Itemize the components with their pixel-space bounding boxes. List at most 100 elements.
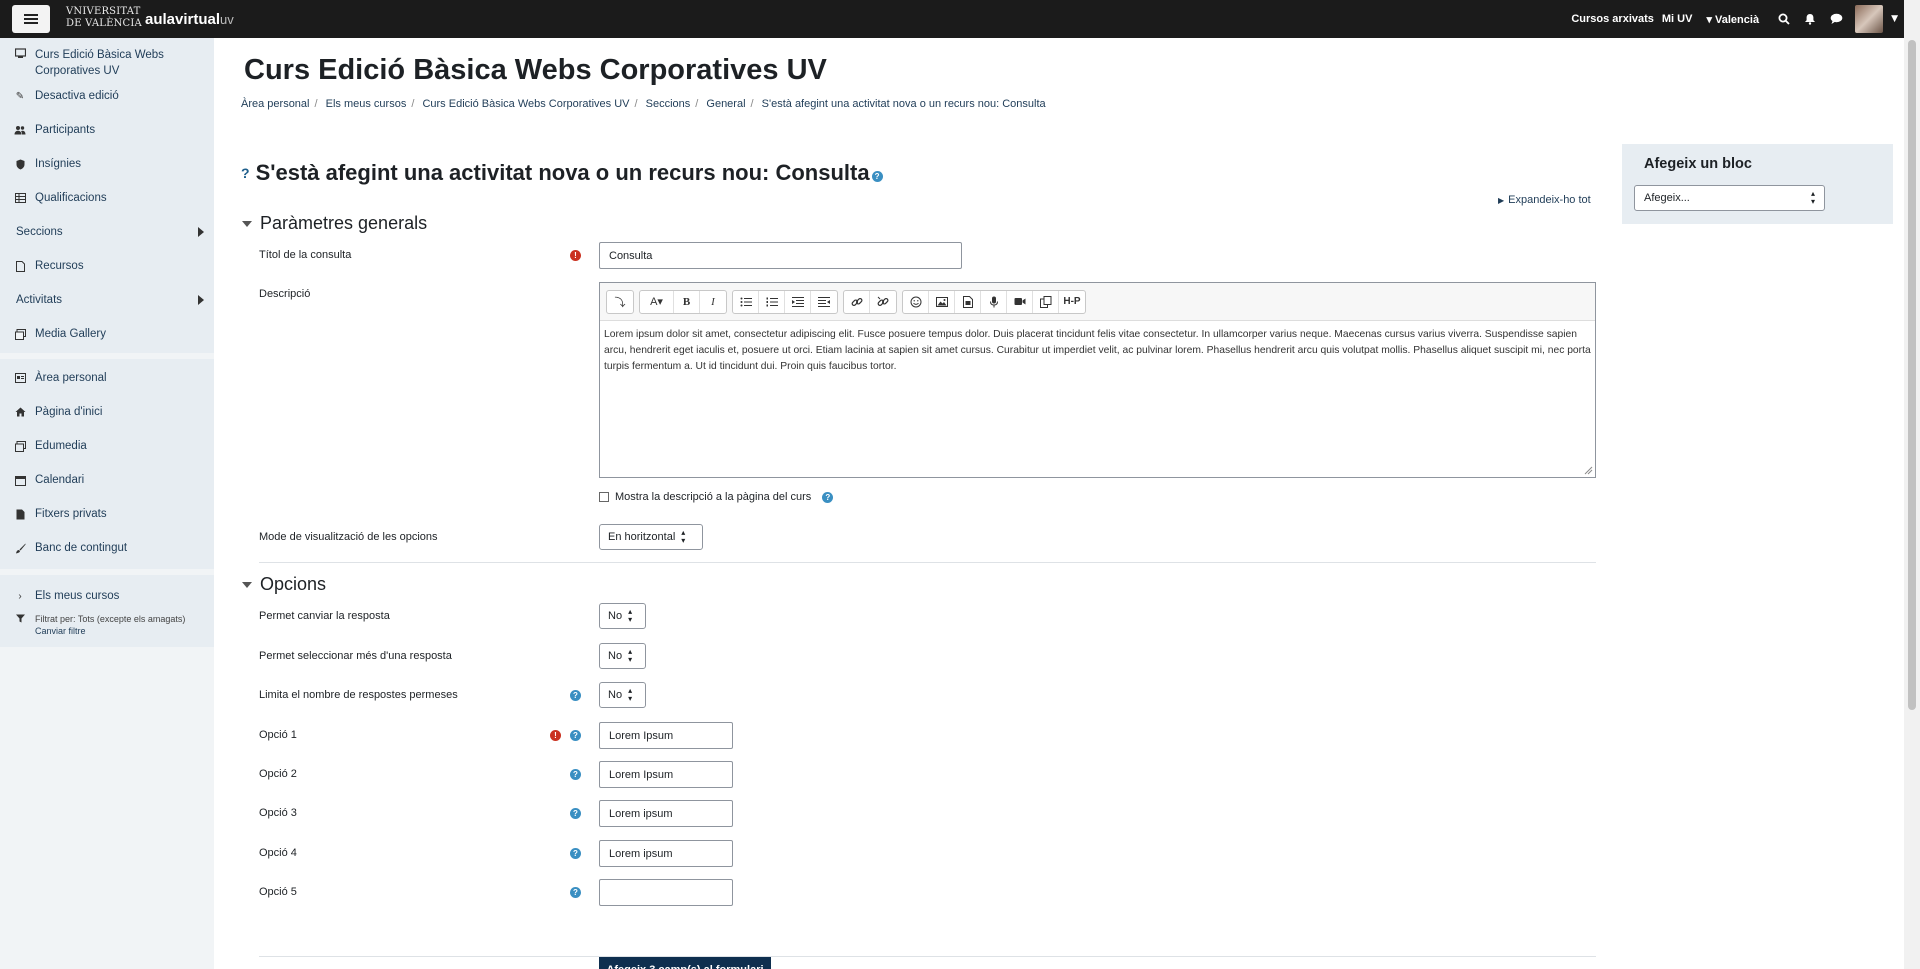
course-filter: Filtrat per: Tots (excepte els amagats) … <box>0 611 214 637</box>
section-general-title: Paràmetres generals <box>260 213 428 233</box>
allow-update-select[interactable]: No ▴ ▾ <box>599 603 646 629</box>
option-label: Opció 2 <box>259 768 297 780</box>
sidebar-item-resources[interactable]: Recursos <box>0 251 214 285</box>
toolbar-toggle-button[interactable]: ⤵ <box>607 291 633 313</box>
title-input[interactable]: Consulta <box>599 242 962 269</box>
add-block-title: Afegeix un bloc <box>1644 156 1752 172</box>
breadcrumb-item[interactable]: General <box>706 98 745 110</box>
microphone-icon[interactable] <box>981 290 1007 313</box>
manage-files-icon[interactable] <box>1033 290 1059 313</box>
messages-icon[interactable] <box>1829 12 1843 26</box>
menu-toggle-button[interactable] <box>12 5 50 33</box>
scrollbar-thumb[interactable] <box>1908 40 1916 710</box>
allow-update-label: Permet canviar la resposta <box>259 610 390 622</box>
university-logo[interactable]: VNIVERSITAT DE VALÈNCIA <box>66 6 142 30</box>
search-icon[interactable] <box>1777 12 1791 26</box>
section-options-toggle[interactable]: Opcions <box>242 574 326 595</box>
outdent-icon[interactable] <box>785 290 811 313</box>
allow-multiple-select[interactable]: No ▴ ▾ <box>599 643 646 669</box>
option-input[interactable]: Lorem Ipsum <box>599 722 733 749</box>
sidebar-item-activities[interactable]: Activitats <box>0 285 214 319</box>
sidebar-item-course[interactable]: Curs Edició Bàsica Webs Corporatives UV <box>0 47 214 81</box>
h5p-label: H-P <box>1063 296 1081 307</box>
add-block-select[interactable]: Afegeix... ▴ ▾ <box>1634 185 1825 211</box>
users-icon <box>14 125 26 137</box>
unordered-list-icon[interactable] <box>733 290 759 313</box>
breadcrumb-item[interactable]: Àrea personal <box>241 98 310 110</box>
option-label: Opció 1 <box>259 729 297 741</box>
option-input[interactable]: Lorem ipsum <box>599 840 733 867</box>
bottom-divider <box>259 956 1596 957</box>
language-menu[interactable]: ▾ Valencià <box>1706 13 1759 26</box>
sidebar-item-dashboard[interactable]: Àrea personal <box>0 363 214 397</box>
help-icon[interactable]: ? <box>822 491 834 503</box>
h5p-icon[interactable]: H-P <box>1059 291 1085 313</box>
user-menu-caret-icon[interactable]: ▼ <box>1891 14 1898 24</box>
sidebar-item-private-files[interactable]: Fitxers privats <box>0 499 214 533</box>
breadcrumb-item[interactable]: Seccions <box>646 98 691 110</box>
video-camera-icon[interactable] <box>1007 290 1033 313</box>
sidebar-item-label: Qualificacions <box>35 192 107 204</box>
description-editor: ⤵ A▾ B I H-P Lorem ipsum dolor sit amet,… <box>599 282 1596 478</box>
notifications-bell-icon[interactable] <box>1803 12 1817 26</box>
help-icon[interactable]: ? <box>570 769 581 780</box>
emoticon-icon[interactable] <box>903 290 929 313</box>
sidebar-item-badges[interactable]: Insígnies <box>0 149 214 183</box>
option-input[interactable] <box>599 879 733 906</box>
ordered-list-icon[interactable] <box>759 290 785 313</box>
sidebar-item-media-gallery[interactable]: Media Gallery <box>0 319 214 349</box>
option-input[interactable]: Lorem ipsum <box>599 800 733 827</box>
archived-courses-link[interactable]: Cursos arxivats <box>1571 13 1654 25</box>
section-general-toggle[interactable]: Paràmetres generals <box>242 213 427 234</box>
sidebar-item-calendar[interactable]: Calendari <box>0 465 214 499</box>
show-description-checkbox[interactable] <box>599 492 609 502</box>
sidebar-item-edumedia[interactable]: Edumedia <box>0 431 214 465</box>
help-icon[interactable]: ? <box>570 887 581 898</box>
question-mark-icon[interactable]: ? <box>241 165 250 181</box>
display-mode-label: Mode de visualització de les opcions <box>259 531 438 543</box>
indent-icon[interactable] <box>811 291 837 313</box>
sidebar-item-sections[interactable]: Seccions <box>0 217 214 251</box>
font-style-button[interactable]: A▾ <box>640 290 674 313</box>
resize-handle-icon[interactable] <box>1583 465 1593 475</box>
title-label: Títol de la consulta <box>259 249 352 261</box>
unlink-icon[interactable] <box>870 291 896 313</box>
activity-heading: ? S'està afegint una activitat nova o un… <box>241 160 883 186</box>
aulavirtual-logo[interactable]: aulavirtualuv <box>145 11 234 28</box>
select-caret-icon: ▴ ▾ <box>628 686 633 703</box>
link-icon[interactable] <box>844 290 870 313</box>
media-file-icon[interactable] <box>955 290 981 313</box>
option-input[interactable]: Lorem Ipsum <box>599 761 733 788</box>
bold-button[interactable]: B <box>674 290 700 313</box>
help-icon[interactable]: ? <box>570 730 581 741</box>
expand-all-link[interactable]: ▶ Expandeix-ho tot <box>1498 194 1591 206</box>
italic-button[interactable]: I <box>700 291 726 313</box>
breadcrumb-item[interactable]: Els meus cursos <box>326 98 407 110</box>
sidebar-item-grades[interactable]: Qualificacions <box>0 183 214 217</box>
breadcrumb-item[interactable]: Curs Edició Bàsica Webs Corporatives UV <box>422 98 629 110</box>
add-fields-button[interactable]: Afegeix 3 camp(s) al formulari <box>599 956 771 969</box>
course-icon <box>14 48 26 60</box>
help-icon[interactable]: ? <box>570 808 581 819</box>
allow-update-value: No <box>608 610 623 622</box>
shield-icon <box>14 159 26 171</box>
sidebar-item-disable-editing[interactable]: ✎ Desactiva edició <box>0 81 214 115</box>
user-avatar[interactable] <box>1855 5 1884 33</box>
toolbar-group <box>732 289 838 314</box>
my-uv-link[interactable]: Mi UV <box>1662 13 1693 25</box>
allow-multiple-label: Permet seleccionar més d'una resposta <box>259 650 452 662</box>
help-icon[interactable]: ? <box>570 848 581 859</box>
limit-answers-select[interactable]: No ▴ ▾ <box>599 682 646 708</box>
help-icon[interactable]: ? <box>570 690 581 701</box>
sidebar-item-my-courses[interactable]: › Els meus cursos <box>0 581 214 611</box>
help-icon[interactable]: ? <box>871 170 883 182</box>
sidebar-item-content-bank[interactable]: Banc de contingut <box>0 533 214 563</box>
display-mode-select[interactable]: En horitzontal ▴ ▾ <box>599 524 703 550</box>
image-icon[interactable] <box>929 290 955 313</box>
display-mode-value: En horitzontal <box>608 531 676 543</box>
description-editor-content[interactable]: Lorem ipsum dolor sit amet, consectetur … <box>600 321 1595 381</box>
page-scrollbar[interactable] <box>1904 0 1920 969</box>
change-filter-link[interactable]: Canviar filtre <box>35 626 86 636</box>
sidebar-item-participants[interactable]: Participants <box>0 115 214 149</box>
sidebar-item-home[interactable]: Pàgina d'inici <box>0 397 214 431</box>
